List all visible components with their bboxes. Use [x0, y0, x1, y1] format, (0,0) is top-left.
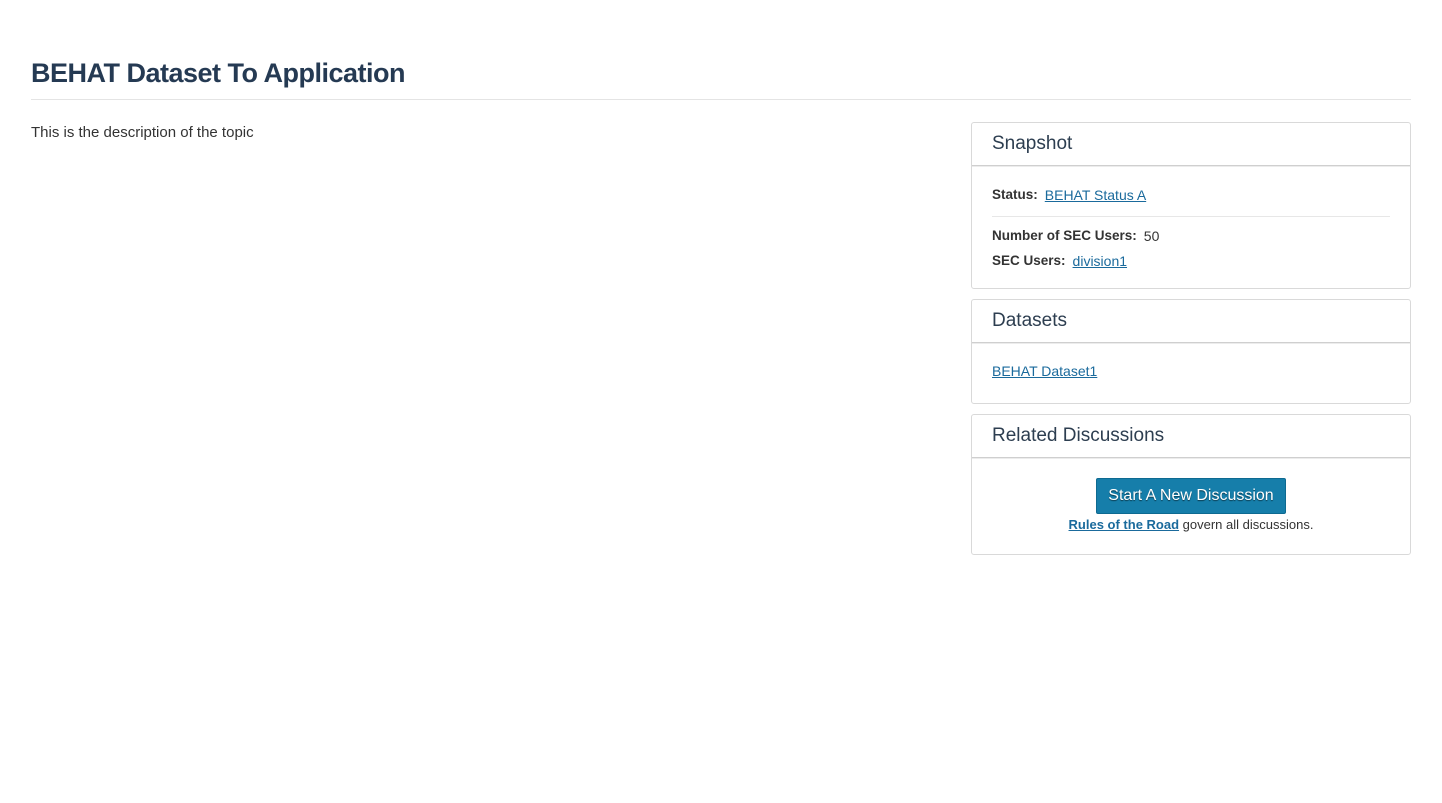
num-users-value: 50	[1143, 228, 1160, 244]
page-title: BEHAT Dataset To Application	[31, 58, 406, 88]
sec-users-link[interactable]: division1	[1073, 250, 1127, 272]
start-new-discussion-button[interactable]: Start A New Discussion	[1096, 478, 1286, 514]
snapshot-heading: Snapshot	[992, 133, 1073, 154]
datasets-panel-heading: Datasets	[972, 300, 1410, 343]
status-link[interactable]: BEHAT Status A	[1045, 184, 1146, 206]
snapshot-panel-heading: Snapshot	[972, 123, 1410, 166]
rules-of-the-road-link[interactable]: Rules of the Road	[1069, 517, 1180, 532]
status-label: Status:	[992, 187, 1038, 202]
snapshot-panel-body: Status: BEHAT Status A Number of SEC Use…	[972, 166, 1410, 288]
datasets-panel: Datasets BEHAT Dataset1	[971, 299, 1411, 404]
rules-suffix-text: govern all discussions.	[1179, 517, 1314, 532]
dataset-link[interactable]: BEHAT Dataset1	[992, 363, 1097, 379]
sec-users-row: SEC Users: division1	[992, 250, 1390, 272]
num-users-label: Number of SEC Users:	[992, 228, 1137, 243]
snapshot-panel: Snapshot Status: BEHAT Status A Number o…	[971, 122, 1411, 289]
related-discussions-panel-body: Start A New Discussion Rules of the Road…	[972, 458, 1410, 554]
page-header: BEHAT Dataset To Application	[31, 54, 1411, 100]
sidebar: Snapshot Status: BEHAT Status A Number o…	[971, 122, 1411, 565]
topic-description: This is the description of the topic	[31, 124, 254, 141]
related-discussions-heading: Related Discussions	[992, 425, 1165, 446]
rules-line: Rules of the Road govern all discussions…	[992, 517, 1390, 532]
sec-users-label: SEC Users:	[992, 253, 1066, 268]
datasets-heading: Datasets	[992, 310, 1067, 331]
datasets-panel-body: BEHAT Dataset1	[972, 343, 1410, 403]
related-discussions-panel: Related Discussions Start A New Discussi…	[971, 414, 1411, 555]
num-users-row: Number of SEC Users: 50	[992, 225, 1390, 247]
page: BEHAT Dataset To Application This is the…	[0, 0, 1442, 803]
related-discussions-panel-heading: Related Discussions	[972, 415, 1410, 458]
status-row: Status: BEHAT Status A	[992, 184, 1390, 217]
